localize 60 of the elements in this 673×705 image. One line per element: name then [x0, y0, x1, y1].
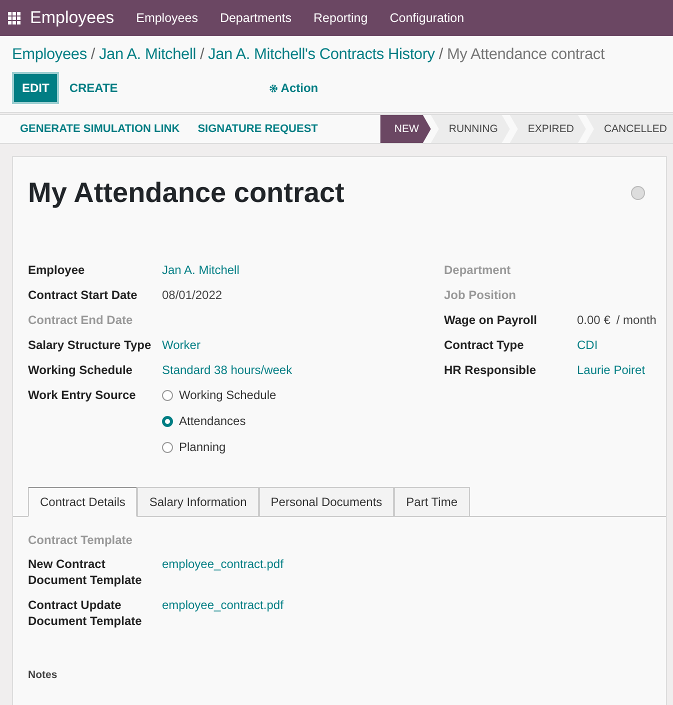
status-dot[interactable]	[631, 186, 645, 200]
field-label: Contract Type	[444, 337, 525, 353]
edit-button[interactable]: EDIT	[12, 72, 60, 104]
section-title: Contract Template	[28, 533, 134, 547]
field-link[interactable]: employee_contract.pdf	[162, 556, 284, 588]
radio-label[interactable]: Working Schedule	[179, 387, 276, 403]
notebook-tab[interactable]: Part Time	[394, 487, 470, 517]
breadcrumb-link[interactable]: Employees	[12, 46, 87, 63]
field-label: Contract Start Date	[28, 287, 138, 303]
field-link[interactable]: employee_contract.pdf	[162, 597, 284, 629]
header-button[interactable]: GENERATE SIMULATION LINK	[11, 115, 189, 143]
field-link[interactable]: Jan A. Mitchell	[162, 262, 240, 278]
breadcrumb-separator: /	[200, 46, 204, 63]
breadcrumb-link[interactable]: Jan A. Mitchell	[99, 46, 196, 63]
field-label: Salary Structure Type	[28, 337, 152, 353]
field-link[interactable]: Standard 38 hours/week	[162, 362, 292, 378]
field-link[interactable]: Worker	[162, 337, 200, 353]
create-button[interactable]: CREATE	[59, 74, 128, 102]
field-label: Employee	[28, 262, 86, 278]
radio-label[interactable]: Planning	[179, 439, 226, 455]
radio-button[interactable]	[162, 390, 173, 400]
field-link[interactable]: CDI	[577, 337, 598, 353]
field-label: Wage on Payroll	[444, 312, 538, 328]
field-value: 08/01/2022	[162, 287, 222, 303]
notebook-tab[interactable]: Salary Information	[137, 487, 259, 517]
menu-item[interactable]: Departments	[220, 11, 292, 25]
apps-grid-icon[interactable]	[8, 12, 21, 24]
breadcrumb-separator: /	[90, 46, 95, 63]
menu-item[interactable]: Reporting	[314, 11, 368, 25]
radio-button[interactable]	[162, 416, 173, 426]
field-label: New Contract Document Template	[28, 556, 143, 588]
field-label: Job Position	[444, 287, 517, 303]
field-label: HR Responsible	[444, 362, 538, 378]
status-stage[interactable]: CANCELLED	[586, 115, 673, 143]
breadcrumb-separator: /	[438, 46, 443, 63]
field-link[interactable]: Laurie Poiret	[577, 362, 646, 378]
radio-label[interactable]: Attendances	[179, 413, 246, 429]
breadcrumb-current: My Attendance contract	[446, 46, 605, 63]
status-stage[interactable]: NEW	[380, 115, 431, 143]
action-button[interactable]: Action	[262, 80, 324, 96]
field-label: Contract Update Document Template	[28, 597, 143, 629]
status-stage[interactable]: EXPIRED	[510, 115, 586, 143]
field-label: Department	[444, 262, 512, 278]
header-button[interactable]: SIGNATURE REQUEST	[188, 115, 327, 143]
unit-label: / month	[616, 312, 656, 328]
record-title: My Attendance contract	[28, 177, 344, 209]
field-label: Contract End Date	[28, 312, 134, 328]
notes-label: Notes	[28, 669, 58, 681]
notebook-tab[interactable]: Contract Details	[28, 487, 138, 517]
breadcrumb-link[interactable]: Jan A. Mitchell's Contracts History	[208, 46, 435, 63]
notebook-tab[interactable]: Personal Documents	[258, 487, 394, 517]
gear-icon	[268, 84, 278, 92]
status-stage[interactable]: RUNNING	[430, 115, 510, 143]
menu-item[interactable]: Employees	[136, 11, 198, 25]
field-label: Working Schedule	[28, 362, 134, 378]
radio-button[interactable]	[162, 442, 173, 452]
app-name[interactable]: Employees	[30, 8, 114, 28]
field-label: Work Entry Source	[28, 387, 137, 404]
menu-item[interactable]: Configuration	[390, 11, 464, 25]
field-value: 0.00 €	[577, 312, 610, 328]
